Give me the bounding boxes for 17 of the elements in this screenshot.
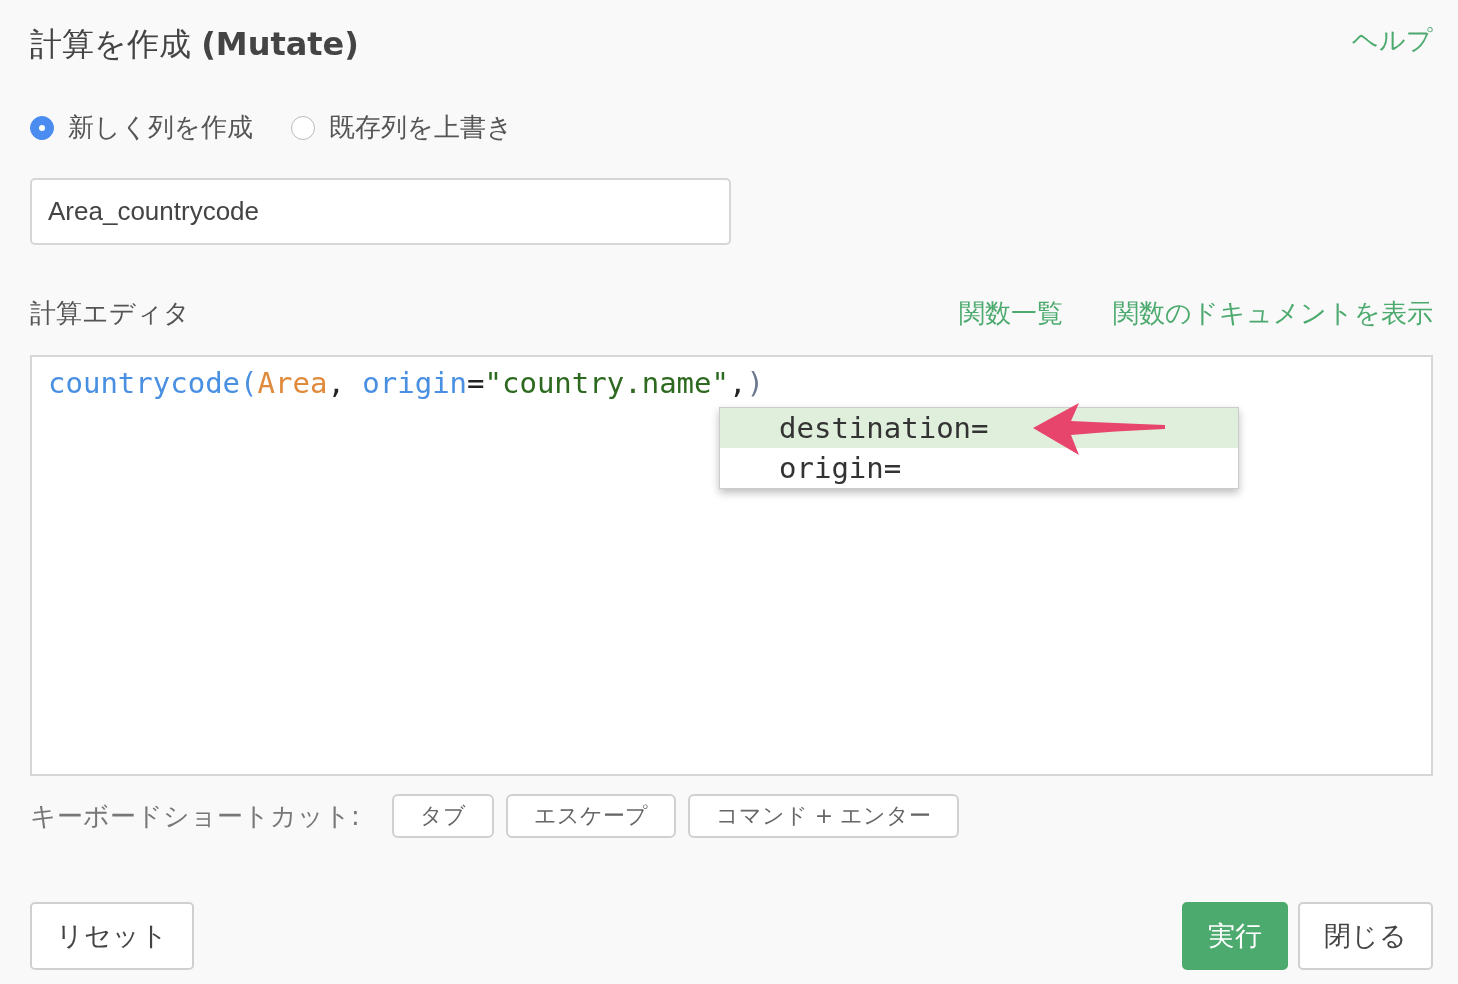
reset-button[interactable]: リセット [30,902,194,970]
shortcut-key: タブ [391,794,494,838]
dialog-title: 計算を作成 (Mutate) [30,24,359,65]
shortcut-key: エスケープ [505,794,676,838]
suggestion-item[interactable]: origin= [720,448,1238,488]
close-button[interactable]: 閉じる [1298,902,1433,970]
radio-option[interactable]: 新しく列を作成 [30,110,253,145]
radio-icon[interactable] [30,115,54,140]
shortcuts-label: キーボードショートカット: [30,799,360,833]
shortcut-key: コマンド + エンター [687,794,960,838]
column-name-field[interactable]: Area_countrycode [30,178,731,245]
radio-icon[interactable] [291,115,315,140]
radio-option[interactable]: 既存列を上書き [291,110,513,145]
suggestion-item[interactable]: destination= [720,408,1238,448]
editor-label: 計算エディタ [30,296,190,330]
code-editor[interactable]: countrycode(Area, origin="country.name",) destination= origin= [30,355,1433,776]
code-line: countrycode(Area, origin="country.name",) [47,365,765,402]
